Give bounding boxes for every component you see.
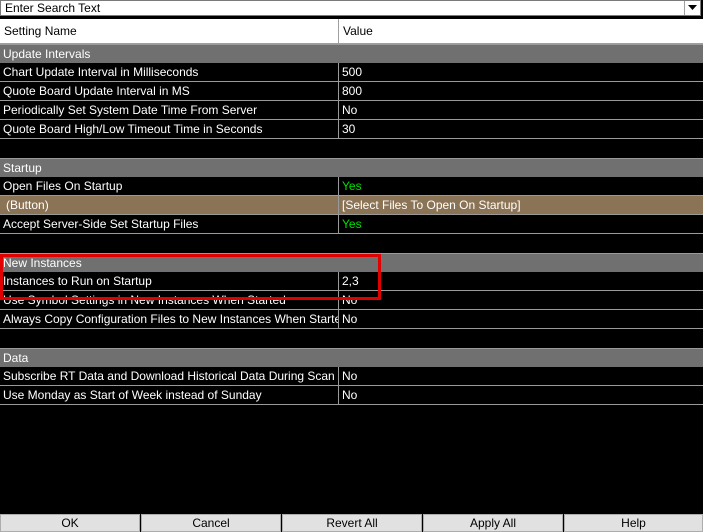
setting-row[interactable]: Periodically Set System Date Time From S…: [0, 101, 703, 120]
search-box[interactable]: [0, 0, 701, 16]
setting-value[interactable]: Yes: [339, 177, 703, 195]
setting-value[interactable]: Yes: [339, 215, 703, 233]
setting-name: Use Symbol Settings in New Instances Whe…: [0, 291, 339, 309]
column-header-value[interactable]: Value: [339, 19, 703, 43]
setting-value[interactable]: No: [339, 386, 703, 404]
setting-value[interactable]: 800: [339, 82, 703, 100]
setting-row[interactable]: Instances to Run on Startup 2,3: [0, 272, 703, 291]
group-header-new-instances[interactable]: New Instances: [0, 253, 703, 272]
setting-name: Chart Update Interval in Milliseconds: [0, 63, 339, 81]
setting-row[interactable]: Quote Board High/Low Timeout Time in Sec…: [0, 120, 703, 139]
setting-row[interactable]: Use Monday as Start of Week instead of S…: [0, 386, 703, 405]
chevron-down-icon[interactable]: [684, 1, 700, 15]
setting-value[interactable]: 30: [339, 120, 703, 138]
setting-name: Open Files On Startup: [0, 177, 339, 195]
ok-button[interactable]: OK: [0, 514, 140, 532]
setting-row[interactable]: Always Copy Configuration Files to New I…: [0, 310, 703, 329]
group-header-update-intervals[interactable]: Update Intervals: [0, 44, 703, 63]
setting-name: Quote Board Update Interval in MS: [0, 82, 339, 100]
grid-header: Setting Name Value: [0, 19, 703, 44]
setting-name: Periodically Set System Date Time From S…: [0, 101, 339, 119]
setting-row[interactable]: Open Files On Startup Yes: [0, 177, 703, 196]
column-header-setting-name[interactable]: Setting Name: [0, 19, 339, 43]
help-button[interactable]: Help: [564, 514, 703, 532]
setting-name: Always Copy Configuration Files to New I…: [0, 310, 339, 328]
setting-value[interactable]: No: [339, 367, 703, 385]
search-input[interactable]: [1, 1, 683, 15]
select-files-button[interactable]: [Select Files To Open On Startup]: [339, 196, 703, 214]
setting-name: Accept Server-Side Set Startup Files: [0, 215, 339, 233]
button-bar: OK Cancel Revert All Apply All Help: [0, 514, 703, 532]
setting-row[interactable]: Chart Update Interval in Milliseconds 50…: [0, 63, 703, 82]
setting-value[interactable]: 500: [339, 63, 703, 81]
setting-value[interactable]: No: [339, 291, 703, 309]
setting-name: Use Monday as Start of Week instead of S…: [0, 386, 339, 404]
setting-name: Instances to Run on Startup: [0, 272, 339, 290]
setting-name: Quote Board High/Low Timeout Time in Sec…: [0, 120, 339, 138]
setting-value[interactable]: 2,3: [339, 272, 703, 290]
group-header-data[interactable]: Data: [0, 348, 703, 367]
cancel-button[interactable]: Cancel: [141, 514, 281, 532]
settings-grid: Setting Name Value Update Intervals Char…: [0, 19, 703, 405]
setting-name: Subscribe RT Data and Download Historica…: [0, 367, 339, 385]
setting-value[interactable]: No: [339, 101, 703, 119]
setting-row[interactable]: Accept Server-Side Set Startup Files Yes: [0, 215, 703, 234]
revert-all-button[interactable]: Revert All: [282, 514, 422, 532]
apply-all-button[interactable]: Apply All: [423, 514, 563, 532]
setting-row[interactable]: Quote Board Update Interval in MS 800: [0, 82, 703, 101]
select-files-button-row[interactable]: (Button) [Select Files To Open On Startu…: [0, 196, 703, 215]
setting-row[interactable]: Subscribe RT Data and Download Historica…: [0, 367, 703, 386]
setting-name: (Button): [0, 196, 339, 214]
setting-value[interactable]: No: [339, 310, 703, 328]
setting-row[interactable]: Use Symbol Settings in New Instances Whe…: [0, 291, 703, 310]
group-header-startup[interactable]: Startup: [0, 158, 703, 177]
